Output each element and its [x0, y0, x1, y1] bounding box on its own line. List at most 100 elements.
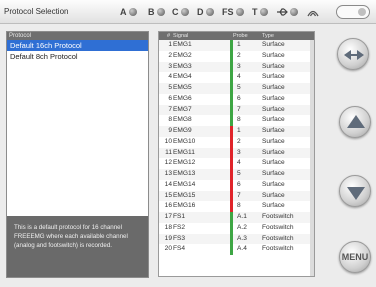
- protocol-item-default-16ch[interactable]: Default 16ch Protocol: [7, 40, 148, 51]
- row-probe: A.4: [237, 245, 247, 253]
- table-row[interactable]: 6 EMG6 6 Surface: [159, 93, 314, 105]
- row-number: 3: [168, 62, 172, 70]
- row-type: Surface: [262, 180, 285, 188]
- status-dot-icon: [205, 8, 214, 16]
- row-type: Surface: [262, 105, 285, 113]
- table-header: # Signal Probe Type: [159, 32, 314, 40]
- row-number: 14: [164, 180, 172, 188]
- menu-button[interactable]: MENU: [339, 241, 371, 273]
- protocol-list-header: Protocol: [7, 32, 148, 40]
- row-type: Surface: [262, 159, 285, 167]
- probe-color-bar: [230, 169, 233, 180]
- row-number: 18: [164, 223, 172, 231]
- probe-color-bar: [230, 222, 233, 234]
- row-number: 17: [164, 213, 172, 220]
- table-row[interactable]: 15 EMG15 7 Surface: [159, 190, 314, 202]
- row-signal: EMG16: [173, 202, 196, 210]
- row-number: 11: [165, 148, 172, 156]
- row-probe: A.1: [237, 213, 247, 220]
- row-number: 7: [168, 105, 172, 113]
- row-signal: EMG11: [173, 148, 195, 156]
- scroll-down-button[interactable]: [339, 175, 371, 207]
- row-probe: 3: [237, 148, 241, 156]
- row-probe: 5: [237, 170, 241, 177]
- table-row[interactable]: 18 FS2 A.2 Footswitch: [159, 222, 314, 234]
- table-row[interactable]: 8 EMG8 8 Surface: [159, 115, 314, 126]
- table-row[interactable]: 19 FS3 A.3 Footswitch: [159, 233, 314, 245]
- table-row[interactable]: 13 EMG13 5 Surface: [159, 169, 314, 180]
- protocol-item-default-8ch[interactable]: Default 8ch Protocol: [7, 51, 148, 62]
- probe-color-bar: [230, 233, 233, 245]
- protocol-list-panel: Protocol Default 16ch Protocol Default 8…: [6, 31, 149, 278]
- table-row[interactable]: 1 EMG1 1 Surface: [159, 40, 314, 51]
- row-signal: EMG5: [173, 84, 192, 91]
- table-row[interactable]: 4 EMG4 4 Surface: [159, 72, 314, 83]
- probe-color-bar: [230, 190, 233, 202]
- table-row[interactable]: 12 EMG12 4 Surface: [159, 158, 314, 169]
- row-signal: EMG15: [173, 191, 196, 199]
- menu-button-label: MENU: [341, 252, 369, 262]
- row-type: Surface: [262, 116, 285, 124]
- column-header-probe: Probe: [233, 33, 248, 39]
- row-number: 6: [168, 94, 172, 102]
- scroll-up-button[interactable]: [339, 106, 371, 138]
- table-row[interactable]: 2 EMG2 2 Surface: [159, 50, 314, 62]
- usb-status: [276, 4, 298, 20]
- column-header-type: Type: [262, 33, 274, 39]
- table-row[interactable]: 3 EMG3 3 Surface: [159, 61, 314, 73]
- table-row[interactable]: 17 FS1 A.1 Footswitch: [159, 212, 314, 223]
- row-probe: 2: [237, 51, 241, 59]
- table-row[interactable]: 16 EMG16 8 Surface: [159, 201, 314, 212]
- row-number: 13: [164, 170, 172, 177]
- probe-color-bar: [230, 136, 233, 148]
- table-row[interactable]: 14 EMG14 6 Surface: [159, 179, 314, 191]
- row-number: 9: [168, 127, 172, 134]
- row-probe: 6: [237, 94, 241, 102]
- row-type: Surface: [262, 51, 285, 59]
- row-signal: FS3: [173, 234, 186, 242]
- row-number: 15: [164, 191, 172, 199]
- row-probe: 4: [237, 159, 241, 167]
- row-number: 20: [164, 245, 172, 253]
- channel-label: B: [148, 7, 155, 17]
- row-probe: 6: [237, 180, 241, 188]
- probe-color-bar: [230, 147, 233, 159]
- probe-color-bar: [230, 115, 233, 126]
- row-type: Surface: [262, 191, 285, 199]
- row-type: Footswitch: [262, 223, 294, 231]
- probe-color-bar: [230, 83, 233, 94]
- channel-label: D: [197, 7, 204, 17]
- table-row[interactable]: 5 EMG5 5 Surface: [159, 83, 314, 94]
- table-row[interactable]: 9 EMG9 1 Surface: [159, 126, 314, 137]
- row-type: Footswitch: [262, 234, 294, 242]
- row-number: 10: [164, 137, 172, 145]
- row-probe: A.3: [237, 234, 247, 242]
- probe-color-bar: [230, 212, 233, 223]
- down-arrow-icon: [347, 187, 365, 200]
- up-arrow-icon: [347, 115, 365, 128]
- status-dot-icon: [156, 8, 165, 16]
- probe-color-bar: [230, 201, 233, 212]
- probe-color-bar: [230, 126, 233, 137]
- row-number: 5: [168, 84, 172, 91]
- row-signal: FS1: [173, 213, 186, 220]
- table-scrollbar[interactable]: [310, 40, 314, 276]
- row-signal: EMG3: [173, 62, 192, 70]
- row-probe: 1: [237, 127, 241, 134]
- usb-icon: [277, 8, 288, 16]
- row-type: Footswitch: [262, 245, 294, 253]
- table-row[interactable]: 10 EMG10 2 Surface: [159, 136, 314, 148]
- row-probe: 8: [237, 116, 241, 124]
- row-signal: EMG14: [173, 180, 196, 188]
- row-type: Surface: [262, 41, 285, 48]
- channel-label: T: [252, 7, 258, 17]
- table-row[interactable]: 7 EMG7 7 Surface: [159, 104, 314, 116]
- row-probe: 1: [237, 41, 241, 48]
- table-row[interactable]: 20 FS4 A.4 Footswitch: [159, 244, 314, 255]
- row-signal: EMG7: [173, 105, 192, 113]
- table-row[interactable]: 11 EMG11 3 Surface: [159, 147, 314, 159]
- row-number: 4: [168, 73, 172, 81]
- row-type: Surface: [262, 127, 285, 134]
- swap-button[interactable]: [337, 38, 369, 70]
- row-number: 8: [168, 116, 172, 124]
